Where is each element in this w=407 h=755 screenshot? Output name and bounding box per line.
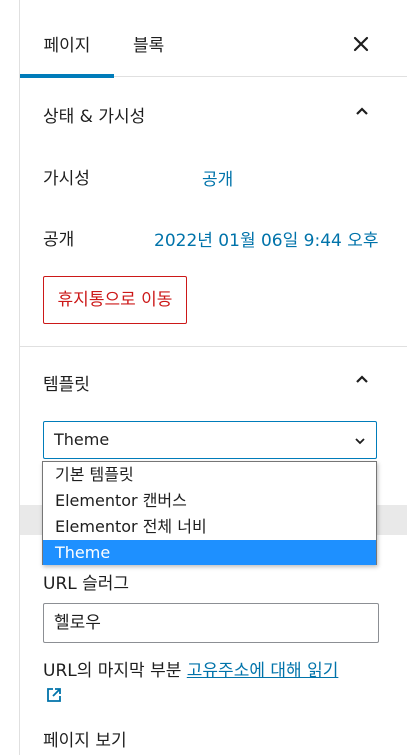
visibility-label: 가시성 xyxy=(43,169,90,189)
slug-input[interactable]: 헬로우 xyxy=(43,603,379,643)
tab-page[interactable]: 페이지 xyxy=(20,0,114,78)
sidebar-tabs: 페이지 블록 xyxy=(20,0,407,78)
move-to-trash-button[interactable]: 휴지통으로 이동 xyxy=(43,276,187,324)
external-link-icon[interactable] xyxy=(45,686,63,704)
template-panel-title: 템플릿 xyxy=(43,375,90,395)
visibility-toggle[interactable]: 공개 xyxy=(202,165,233,190)
chevron-down-icon xyxy=(355,438,365,445)
settings-sidebar: 페이지 블록 상태 & 가시성 가시성 공개 공개 2022년 01월 06일 … xyxy=(19,0,407,755)
permalink-help-link[interactable]: 고유주소에 대해 읽기 xyxy=(187,661,339,681)
template-select-value: Theme xyxy=(54,430,110,449)
slug-help-prefix: URL의 마지막 부분 xyxy=(43,661,182,681)
template-option-elementor-canvas[interactable]: Elementor 캔버스 xyxy=(43,488,376,513)
publish-label: 공개 xyxy=(43,230,75,250)
template-option-theme[interactable]: Theme xyxy=(43,540,376,565)
status-panel-header[interactable]: 상태 & 가시성 xyxy=(20,78,407,144)
template-option-elementor-full-width[interactable]: Elementor 전체 너비 xyxy=(43,514,376,539)
close-icon[interactable] xyxy=(350,33,372,55)
chevron-up-icon xyxy=(356,107,368,115)
view-page-label: 페이지 보기 xyxy=(43,731,127,751)
status-panel-title: 상태 & 가시성 xyxy=(43,107,146,127)
slug-help-text: URL의 마지막 부분 고유주소에 대해 읽기 xyxy=(43,656,338,681)
tab-block[interactable]: 블록 xyxy=(133,0,173,77)
chevron-up-icon xyxy=(356,375,368,383)
slug-label: URL 슬러그 xyxy=(43,574,130,594)
publish-date-toggle[interactable]: 2022년 01월 06일 9:44 오후 xyxy=(154,226,379,251)
template-panel-header[interactable]: 템플릿 xyxy=(20,347,407,413)
template-select[interactable]: Theme xyxy=(43,421,377,459)
template-option-default[interactable]: 기본 템플릿 xyxy=(43,462,376,487)
template-dropdown: 기본 템플릿 Elementor 캔버스 Elementor 전체 너비 The… xyxy=(42,461,377,565)
